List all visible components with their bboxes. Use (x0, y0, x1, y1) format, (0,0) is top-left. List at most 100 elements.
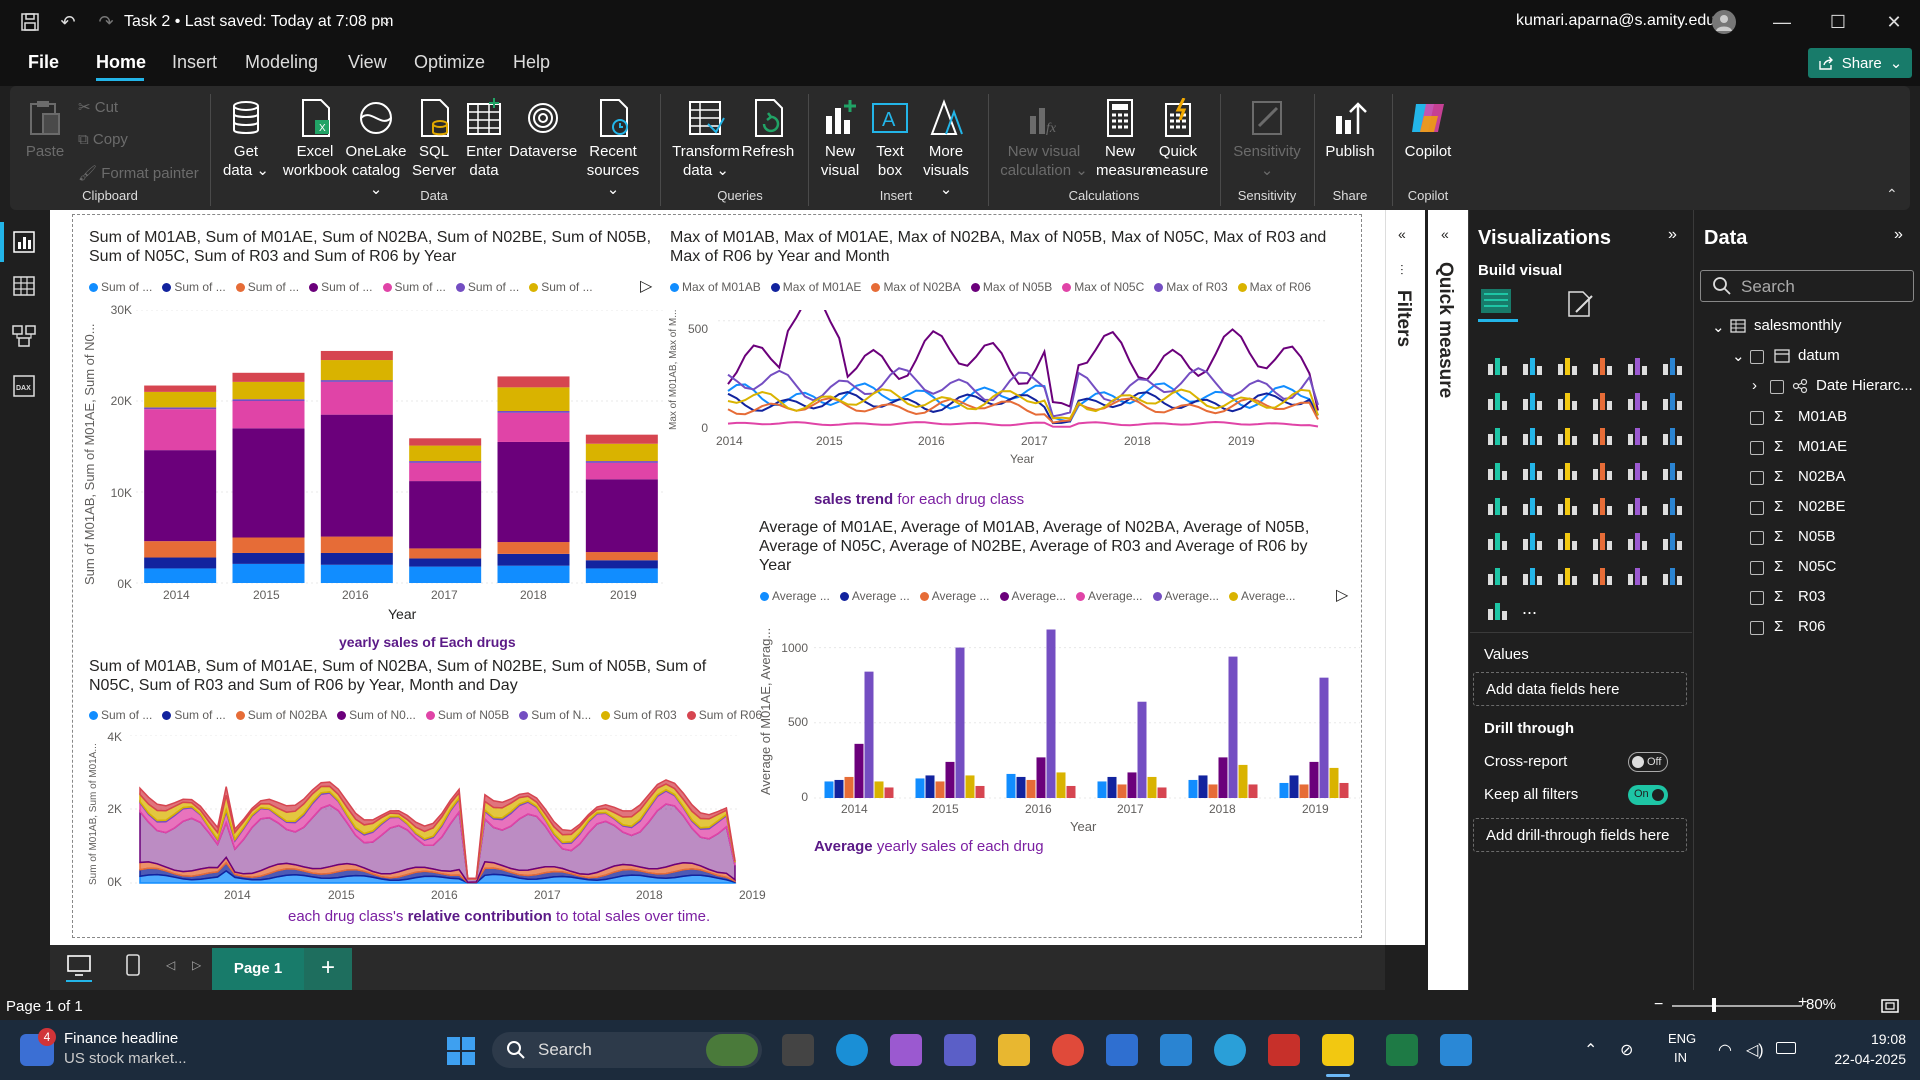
legend-item[interactable]: Sum of R03 (601, 708, 677, 722)
legend-item[interactable]: Sum of N... (519, 708, 591, 722)
menu-home[interactable]: Home (96, 52, 146, 73)
menu-insert[interactable]: Insert (172, 52, 217, 73)
power-bi-icon[interactable] (1322, 1034, 1354, 1066)
mcafee-icon[interactable] (1268, 1034, 1300, 1066)
visual-type-icon[interactable] (1624, 457, 1650, 483)
field-checkbox[interactable] (1750, 621, 1764, 635)
cross-report-toggle[interactable]: Off (1628, 752, 1668, 772)
field-date-hierarchy[interactable]: Date Hierarc... (1816, 377, 1913, 394)
more-visuals-ellipsis[interactable]: ... (1522, 598, 1537, 619)
visual-type-icon[interactable] (1659, 387, 1685, 413)
visual-type-icon[interactable] (1659, 562, 1685, 588)
edge-icon[interactable] (836, 1034, 868, 1066)
field-checkbox[interactable] (1750, 561, 1764, 575)
expand-hierarchy-icon[interactable]: › (1752, 377, 1757, 394)
field-checkbox[interactable] (1750, 471, 1764, 485)
copilot-app-icon[interactable] (890, 1034, 922, 1066)
visual-type-icon[interactable] (1659, 352, 1685, 378)
dax-query-view-icon[interactable]: DAX (10, 372, 38, 400)
field-checkbox[interactable] (1750, 411, 1764, 425)
network-off-icon[interactable]: ⊘ (1620, 1040, 1633, 1060)
build-visual-tab[interactable] (1478, 286, 1518, 322)
task-view-icon[interactable] (782, 1034, 814, 1066)
legend-item[interactable]: Average... (999, 589, 1066, 603)
visual-type-icon[interactable] (1589, 422, 1615, 448)
visual4-stacked-area-chart[interactable] (130, 735, 740, 885)
checkbox[interactable] (1770, 380, 1784, 394)
visual-type-icon[interactable] (1484, 492, 1510, 518)
copilot-button[interactable]: Copilot (1396, 98, 1460, 161)
help-icon[interactable] (1214, 1034, 1246, 1066)
legend-item[interactable]: Sum of N05B (425, 708, 509, 722)
share-button[interactable]: Share ⌄ (1808, 48, 1912, 78)
legend-item[interactable]: Max of N02BA (871, 280, 961, 294)
visual-type-icon[interactable] (1484, 527, 1510, 553)
dataverse-button[interactable]: Dataverse (508, 98, 578, 161)
legend-item[interactable]: Max of R03 (1154, 280, 1228, 294)
legend-item[interactable]: Max of M01AE (770, 280, 861, 294)
excel-app-icon[interactable] (1386, 1034, 1418, 1066)
collapse-data-pane-icon[interactable]: » (1894, 226, 1903, 244)
visual3-legend[interactable]: Average ... Average ... Average ... Aver… (760, 589, 1296, 603)
menu-help[interactable]: Help (513, 52, 550, 73)
clock-date[interactable]: 22-04-2025 (1820, 1051, 1906, 1067)
volume-icon[interactable]: ◁) (1746, 1040, 1764, 1060)
excel-workbook-button[interactable]: X Excel workbook (280, 98, 350, 180)
title-dropdown-icon[interactable]: ⌄ (380, 12, 392, 29)
photos-icon[interactable] (1440, 1034, 1472, 1066)
visual1-legend[interactable]: Sum of ... Sum of ... Sum of ... Sum of … (89, 280, 593, 294)
field-r06[interactable]: R06 (1798, 618, 1826, 635)
refresh-button[interactable]: Refresh (740, 98, 796, 161)
legend-item[interactable]: Sum of R06 (686, 708, 762, 722)
legend-item[interactable]: Sum of N02BA (235, 708, 327, 722)
legend-item[interactable]: Average ... (919, 589, 990, 603)
field-r03[interactable]: R03 (1798, 588, 1826, 605)
legend-next-icon[interactable]: ▷ (640, 276, 652, 296)
legend-item[interactable]: Sum of ... (382, 280, 446, 294)
language-indicator[interactable]: ENG (1668, 1031, 1696, 1046)
visual-type-icon[interactable] (1519, 457, 1545, 483)
legend-item[interactable]: Sum of ... (162, 708, 226, 722)
undo-icon[interactable]: ↶ (54, 8, 82, 36)
expand-table-icon[interactable]: ⌄ (1712, 318, 1725, 336)
mobile-layout-icon[interactable] (124, 953, 142, 977)
visual-type-icon[interactable] (1519, 422, 1545, 448)
copy-button[interactable]: ⧉ Copy (78, 131, 128, 148)
close-icon[interactable]: ✕ (1874, 8, 1914, 36)
visual-type-icon[interactable] (1624, 422, 1650, 448)
visual-type-icon[interactable] (1589, 527, 1615, 553)
minimize-icon[interactable]: — (1762, 8, 1802, 36)
visual-type-icon[interactable] (1484, 597, 1510, 623)
field-datum[interactable]: datum (1798, 347, 1840, 364)
visual-type-icon[interactable] (1624, 562, 1650, 588)
legend-item[interactable]: Sum of ... (455, 280, 519, 294)
model-view-icon[interactable] (10, 322, 38, 350)
menu-view[interactable]: View (348, 52, 387, 73)
zoom-level[interactable]: 80% (1806, 996, 1836, 1013)
visual2-line-chart[interactable] (718, 310, 1328, 430)
visual-type-icon[interactable] (1589, 492, 1615, 518)
visual-type-icon[interactable] (1624, 527, 1650, 553)
new-visual-calculation-button[interactable]: fx New visual calculation ⌄ (998, 98, 1090, 180)
sensitivity-button[interactable]: Sensitivity ⌄ (1228, 98, 1306, 180)
zoom-slider-thumb[interactable] (1712, 998, 1716, 1012)
checkbox[interactable] (1750, 350, 1764, 364)
legend-item[interactable]: Max of M01AB (670, 280, 761, 294)
legend-item[interactable]: Sum of ... (89, 280, 152, 294)
format-visual-tab[interactable] (1564, 288, 1596, 320)
wifi-icon[interactable]: ◠ (1718, 1040, 1732, 1060)
visual2-legend[interactable]: Max of M01AB Max of M01AE Max of N02BA M… (670, 280, 1311, 294)
visual-type-icon[interactable] (1554, 422, 1580, 448)
table-salesmonthly[interactable]: salesmonthly (1754, 317, 1842, 334)
get-data-button[interactable]: Get data ⌄ (218, 98, 274, 180)
region-indicator[interactable]: IN (1674, 1050, 1687, 1065)
format-painter-button[interactable]: 🖌 Format painter (78, 164, 199, 182)
visual-type-icon[interactable] (1519, 492, 1545, 518)
sql-server-button[interactable]: SQL Server (412, 98, 456, 180)
menu-modeling[interactable]: Modeling (245, 52, 318, 73)
clock-time[interactable]: 19:08 (1820, 1031, 1906, 1047)
legend-item[interactable]: Average ... (760, 589, 830, 603)
legend-next-icon[interactable]: ▷ (1336, 585, 1348, 605)
field-n02be[interactable]: N02BE (1798, 498, 1846, 515)
maximize-icon[interactable]: ☐ (1818, 8, 1858, 36)
